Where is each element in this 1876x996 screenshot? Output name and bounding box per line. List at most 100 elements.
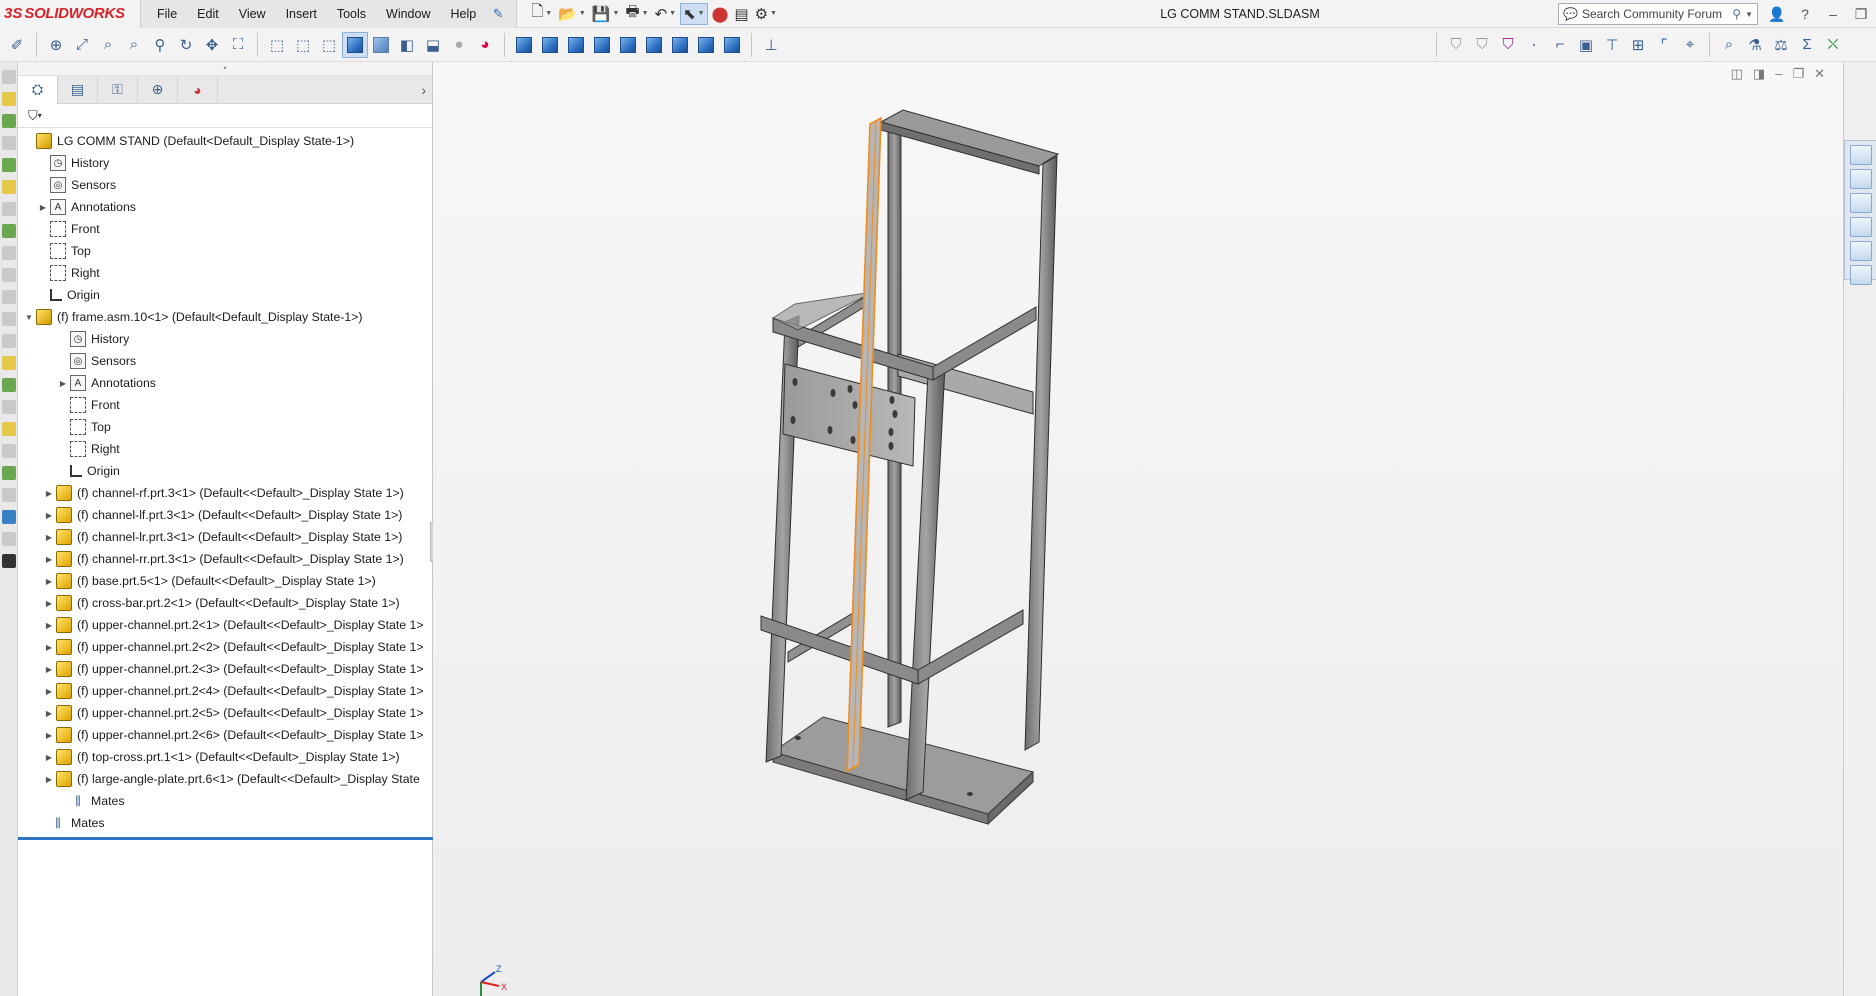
- view-bottom-icon[interactable]: [641, 32, 667, 58]
- tab-dimxpert[interactable]: ⊕: [138, 75, 178, 104]
- expand-arrow-icon[interactable]: ▶: [42, 577, 56, 586]
- rear-right-post[interactable]: [1024, 155, 1058, 751]
- wireframe-icon[interactable]: ⬚: [264, 32, 290, 58]
- view-top-icon[interactable]: [615, 32, 641, 58]
- view-back-icon[interactable]: [537, 32, 563, 58]
- tree-subitem-right[interactable]: Right: [18, 438, 432, 460]
- zoom-area-icon[interactable]: ⌕: [95, 32, 121, 58]
- menu-file[interactable]: File: [147, 0, 187, 28]
- expand-arrow-icon[interactable]: ▶: [42, 621, 56, 630]
- tree-subitem-history[interactable]: ◷ History: [18, 328, 432, 350]
- tree-part[interactable]: ▶ (f) top-cross.prt.1<1> (Default<<Defaul…: [18, 746, 432, 768]
- pattern-icon[interactable]: [2, 136, 16, 150]
- chevron-down-icon[interactable]: ▼: [642, 10, 649, 17]
- tree-part[interactable]: ▶ (f) channel-rf.prt.3<1> (Default<<Defau…: [18, 482, 432, 504]
- sketch-tool-icon[interactable]: ✐: [4, 32, 30, 58]
- previous-view-icon[interactable]: ⌕: [121, 32, 147, 58]
- tree-item-history[interactable]: ◷ History: [18, 152, 432, 174]
- sketch-icon[interactable]: [2, 70, 16, 84]
- normal-to-icon[interactable]: ⊥: [758, 32, 784, 58]
- mate-icon[interactable]: [2, 114, 16, 128]
- sketch-filter-icon[interactable]: ⌜: [1651, 32, 1677, 58]
- tool-icon[interactable]: [2, 400, 16, 414]
- tool-icon[interactable]: [2, 422, 16, 436]
- chevron-down-icon[interactable]: ▼: [698, 10, 705, 17]
- menu-view[interactable]: View: [229, 0, 276, 28]
- tree-part[interactable]: ▶ (f) cross-bar.prt.2<1> (Default<<Defaul…: [18, 592, 432, 614]
- view-right-icon[interactable]: [589, 32, 615, 58]
- select-button[interactable]: ⬉ ▼: [680, 2, 708, 25]
- tab-configuration-manager[interactable]: ⚿: [98, 75, 138, 104]
- filter-icon[interactable]: ⛉: [1495, 32, 1521, 58]
- tool-icon[interactable]: [2, 554, 16, 568]
- tree-filter[interactable]: ⛉ ▾: [18, 104, 432, 128]
- pan-icon[interactable]: ✥: [199, 32, 225, 58]
- expand-arrow-icon[interactable]: ▶: [42, 775, 56, 784]
- expand-arrow-icon[interactable]: ▶: [42, 731, 56, 740]
- show-hidden-icon[interactable]: [2, 180, 16, 194]
- new-motion-study-icon[interactable]: [2, 268, 16, 282]
- tab-display-manager[interactable]: ◕: [178, 75, 218, 104]
- base-plate[interactable]: [771, 716, 1035, 826]
- interference-icon[interactable]: ⚗: [1742, 32, 1768, 58]
- view-orientation-icon[interactable]: ⬓: [420, 32, 446, 58]
- solidworks-logo[interactable]: 3S SOLIDWORKS: [0, 0, 140, 28]
- vertex-filter-icon[interactable]: ⌖: [1677, 32, 1703, 58]
- chevron-down-icon[interactable]: ▼: [579, 10, 586, 17]
- tree-subitem-sensors[interactable]: ◎ Sensors: [18, 350, 432, 372]
- tree-subitem-origin[interactable]: Origin: [18, 460, 432, 482]
- rebuild-button[interactable]: ⬤: [710, 3, 731, 25]
- chevron-down-icon[interactable]: ▼: [770, 10, 777, 17]
- plane-filter-icon[interactable]: ⊞: [1625, 32, 1651, 58]
- tree-part[interactable]: ▶ (f) upper-channel.prt.2<5> (Default<<De…: [18, 702, 432, 724]
- filter-icon[interactable]: ⛉: [28, 108, 38, 124]
- exploded-view-icon[interactable]: [2, 224, 16, 238]
- undo-button[interactable]: ↶ ▼: [653, 3, 679, 25]
- menu-edit[interactable]: Edit: [187, 0, 229, 28]
- tool-icon[interactable]: [2, 356, 16, 370]
- hidden-lines-removed-icon[interactable]: ⬚: [316, 32, 342, 58]
- view-dimetric-icon[interactable]: [719, 32, 745, 58]
- expand-arrow-icon[interactable]: ▶: [42, 555, 56, 564]
- tree-item-front[interactable]: Front: [18, 218, 432, 240]
- edge-filter-icon[interactable]: ⌐: [1547, 32, 1573, 58]
- chevron-down-icon[interactable]: ▼: [545, 10, 552, 17]
- tree-part[interactable]: ▶ (f) upper-channel.prt.2<4> (Default<<De…: [18, 680, 432, 702]
- options-gear-icon[interactable]: ⚙ ▼: [753, 3, 779, 25]
- tab-property-manager[interactable]: ▤: [58, 75, 98, 104]
- appearances-icon[interactable]: [1849, 241, 1872, 261]
- top-cross-frame[interactable]: [879, 109, 1060, 175]
- chevron-down-icon[interactable]: ▼: [669, 10, 676, 17]
- expand-arrow-icon[interactable]: ▶: [42, 533, 56, 542]
- new-document-button[interactable]: 🗋 ▼: [529, 3, 554, 25]
- tree-item-top[interactable]: Top: [18, 240, 432, 262]
- menu-window[interactable]: Window: [376, 0, 440, 28]
- tree-part[interactable]: ▶ (f) upper-channel.prt.2<6> (Default<<De…: [18, 724, 432, 746]
- move-component-icon[interactable]: [2, 158, 16, 172]
- tree-part[interactable]: ▶ (f) upper-channel.prt.2<3> (Default<<De…: [18, 658, 432, 680]
- select-filter-icon[interactable]: ⛶: [225, 32, 251, 58]
- print-button[interactable]: 🖶 ▼: [623, 3, 650, 25]
- menu-tools[interactable]: Tools: [327, 0, 376, 28]
- tree-subassembly-mates[interactable]: ⫼ Mates: [18, 790, 432, 812]
- graphics-area[interactable]: ◫ ◨ – ❐ ✕ Z X: [433, 62, 1843, 996]
- save-button[interactable]: 💾 ▼: [590, 3, 622, 25]
- tool-icon[interactable]: [2, 378, 16, 392]
- assembly-model[interactable]: [433, 62, 1843, 996]
- view-front-icon[interactable]: [511, 32, 537, 58]
- tree-part[interactable]: ▶ (f) upper-channel.prt.2<2> (Default<<De…: [18, 636, 432, 658]
- user-icon[interactable]: 👤: [1766, 6, 1788, 23]
- chevron-down-icon[interactable]: ▼: [613, 10, 620, 17]
- appearance-icon[interactable]: ●: [446, 32, 472, 58]
- mass-properties-icon[interactable]: ⚖: [1768, 32, 1794, 58]
- feature-icon[interactable]: [2, 202, 16, 216]
- expand-arrow-icon[interactable]: ▶: [56, 379, 70, 388]
- tree-root-assembly[interactable]: LG COMM STAND (Default<Default_Display S…: [18, 130, 432, 152]
- open-button[interactable]: 📂 ▼: [556, 3, 588, 25]
- view-left-icon[interactable]: [563, 32, 589, 58]
- menu-insert[interactable]: Insert: [276, 0, 327, 28]
- scene-icon[interactable]: ◕: [472, 32, 498, 58]
- bill-of-materials-icon[interactable]: [2, 290, 16, 304]
- shaded-with-edges-icon[interactable]: [342, 31, 368, 58]
- pin-icon[interactable]: ✎: [486, 0, 510, 28]
